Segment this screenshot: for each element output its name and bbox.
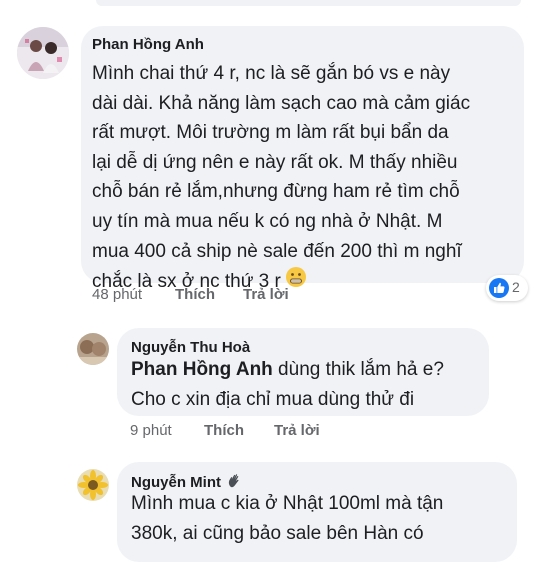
reply-line: 380k, ai cũng bảo sale bên Hàn có — [131, 522, 424, 544]
comment-line: dài dài. Khả năng làm sạch cao mà cảm gi… — [92, 92, 471, 114]
reply-actions: 9 phút Thích Trả lời — [130, 422, 390, 442]
comment-bubble: Phan Hồng Anh Mình chai thứ 4 r, nc là s… — [81, 26, 524, 292]
comment-line: lại dễ dị ứng nên e này rất ok. M thấy n… — [92, 151, 458, 173]
comment-line: chỗ bán rẻ lắm,nhưng đừng ham rẻ tìm chỗ — [92, 181, 460, 203]
comment-line: uy tín mà mua nếu k có ng nhà ở Nhật. M — [92, 210, 443, 232]
like-link[interactable]: Thích — [204, 422, 244, 439]
reply-bubble: Nguyễn Mint Mình mua c kia ở Nhật 100ml … — [117, 462, 517, 562]
avatar-nguyen-thu-hoa[interactable] — [77, 333, 109, 365]
avatar-nguyen-mint[interactable] — [77, 469, 109, 501]
comment-line: rất mượt. Môi trường m làm rất bụi bẩn d… — [92, 122, 449, 144]
avatar-phan-hong-anh[interactable] — [17, 27, 69, 79]
reply-line-2: Cho c xin địa chỉ mua dùng thử đi — [131, 388, 415, 410]
reply-timestamp[interactable]: 9 phút — [130, 422, 172, 439]
comment-text: Mình chai thứ 4 r, nc là sẽ gắn bó vs e … — [92, 59, 520, 298]
comment-author[interactable]: Phan Hồng Anh — [92, 36, 204, 53]
reply-line: Mình mua c kia ở Nhật 100ml mà tận — [131, 493, 444, 514]
reply-text: Phan Hồng Anh dùng thik lắm hả e? Cho c … — [131, 355, 487, 414]
reply-bubble: Nguyễn Thu Hoà Phan Hồng Anh dùng thik l… — [117, 328, 489, 416]
reply-link[interactable]: Trả lời — [243, 286, 289, 303]
comment-line: Mình chai thứ 4 r, nc là sẽ gắn bó vs e … — [92, 63, 451, 84]
reply-line-rest: dùng thik lắm hả e? — [272, 359, 444, 380]
comment-line: mua 400 cả ship nè sale đến 200 thì m ng… — [92, 240, 462, 262]
comment-actions: 48 phút Thích Trả lời — [92, 286, 392, 306]
comment-timestamp[interactable]: 48 phút — [92, 286, 142, 303]
reply-author[interactable]: Nguyễn Thu Hoà — [131, 339, 250, 356]
reaction-summary[interactable]: 2 — [486, 275, 528, 301]
reply-text: Mình mua c kia ở Nhật 100ml mà tận 380k,… — [131, 489, 515, 548]
reply-link[interactable]: Trả lời — [274, 422, 320, 439]
previous-comment-bubble-edge — [96, 0, 521, 6]
reply-line-1: Phan Hồng Anh dùng thik lắm hả e? — [131, 355, 487, 385]
reaction-count: 2 — [512, 279, 520, 295]
mention-link[interactable]: Phan Hồng Anh — [131, 359, 273, 380]
like-reaction-icon — [489, 278, 509, 298]
like-link[interactable]: Thích — [175, 286, 215, 303]
